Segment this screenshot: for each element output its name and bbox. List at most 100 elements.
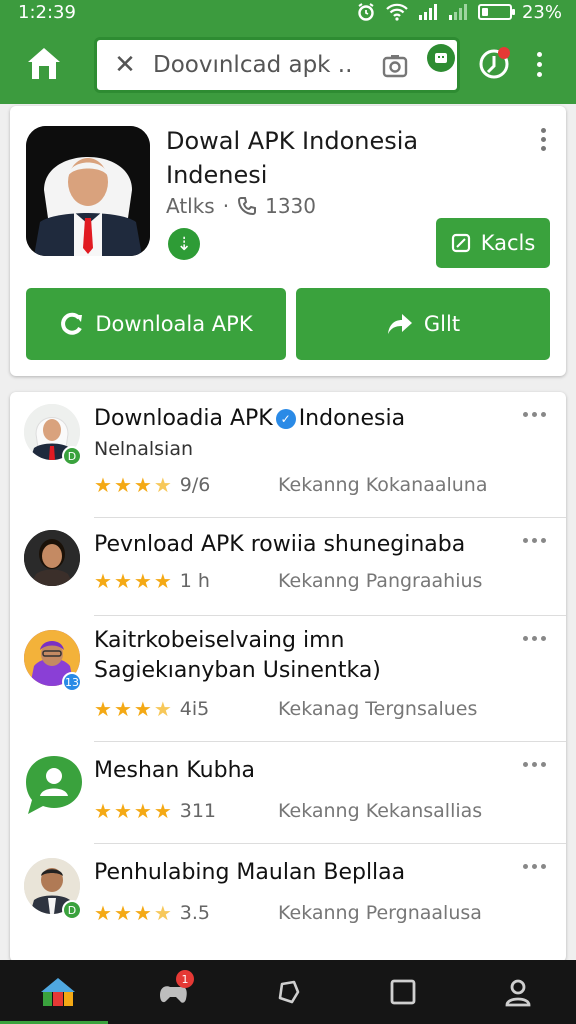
item-more-icon[interactable] xyxy=(523,538,546,543)
kacls-label: Kacls xyxy=(480,231,536,255)
item-title-part-b: Indonesia xyxy=(298,406,406,431)
kacls-button[interactable]: Kacls xyxy=(436,218,550,268)
item-more-icon[interactable] xyxy=(523,864,546,869)
more-icon[interactable] xyxy=(524,46,554,82)
home-icon xyxy=(40,978,75,1006)
results-list: D Downloadia APK ✓ Indonesia Nelnalsian ★ ★… xyxy=(10,392,566,962)
star-half-icon: ★ xyxy=(153,473,172,497)
item-title-part-a: Downloadia APK xyxy=(94,406,273,431)
app-meta-author: Atlks xyxy=(166,194,215,218)
star-icon: ★ xyxy=(133,473,152,497)
item-detail: Kekanng Kekansallias xyxy=(278,800,483,822)
nav-games[interactable] xyxy=(115,960,230,1024)
star-icon: ★ xyxy=(113,569,132,593)
download-apk-button[interactable]: Downloala APK xyxy=(26,288,286,360)
refresh-icon xyxy=(278,980,300,1004)
download-apk-label: Downloala APK xyxy=(95,312,253,336)
list-item[interactable]: D Penhulabing Maulan Bepllaa ★ ★ ★ ★ 3.5 Ke… xyxy=(10,844,566,944)
edit-icon xyxy=(451,233,470,253)
avatar-badge: D xyxy=(62,446,82,466)
avatar-badge: 13 xyxy=(62,672,82,692)
star-icon: ★ xyxy=(153,569,172,593)
list-item[interactable]: D Downloadia APK ✓ Indonesia Nelnalsian ★ ★… xyxy=(10,392,566,518)
notification-badge: 1 xyxy=(176,970,194,988)
star-icon: ★ xyxy=(94,569,112,593)
item-detail: Kekanng Pangraahius xyxy=(278,570,483,592)
badge-icon[interactable] xyxy=(427,44,455,72)
app-header-card: Dowal APK Indonesia Indenesi Atlks · 133… xyxy=(10,106,566,376)
bottom-nav: 1 xyxy=(0,960,576,1024)
star-icon: ★ xyxy=(133,799,152,823)
update-icon xyxy=(479,47,510,79)
avatar xyxy=(24,530,80,586)
battery-percent: 23% xyxy=(521,1,562,23)
update-button[interactable] xyxy=(474,44,514,84)
rating-stars: ★ ★ ★ ★ 311 xyxy=(94,800,216,822)
avatar-badge-text: 13 xyxy=(65,675,79,689)
nav-home[interactable] xyxy=(0,960,115,1024)
star-half-icon: ★ xyxy=(153,697,172,721)
signal-icon xyxy=(418,4,437,20)
item-title: Kaitrkobeiselvaing imn Sagiekıanyban Usi… xyxy=(94,628,381,683)
search-input[interactable] xyxy=(153,52,353,78)
star-icon: ★ xyxy=(113,901,132,925)
status-icons: 23% xyxy=(356,2,562,23)
list-item[interactable]: 13 Kaitrkobeiselvaing imn Sagiekıanyban … xyxy=(10,616,566,742)
avatar-badge-text: D xyxy=(67,903,77,917)
battery-level xyxy=(481,8,488,16)
star-half-icon: ★ xyxy=(153,901,172,925)
verified-icon: ✓ xyxy=(275,409,296,429)
share-button[interactable]: Gllt xyxy=(296,288,550,360)
star-icon: ★ xyxy=(153,799,172,823)
refresh-icon xyxy=(61,312,83,335)
battery-icon xyxy=(477,4,515,20)
avatar-badge: D xyxy=(62,900,82,920)
item-more-icon[interactable] xyxy=(523,412,546,417)
avatar-badge-text: D xyxy=(67,449,77,463)
list-item[interactable]: Meshan Kubha ★ ★ ★ ★ 311 Kekanng Kekansalli… xyxy=(10,742,566,844)
alarm-icon xyxy=(358,3,374,21)
home-button[interactable] xyxy=(22,42,66,86)
nav-apps[interactable] xyxy=(346,960,461,1024)
app-meta: Atlks · 1330 xyxy=(166,194,316,218)
star-icon: ★ xyxy=(133,901,152,925)
star-icon: ★ xyxy=(94,697,112,721)
nav-updates[interactable] xyxy=(230,960,345,1024)
app-bar: ✕ xyxy=(0,24,576,104)
rating-stars: ★ ★ ★ ★ 4i5 xyxy=(94,698,209,720)
item-detail: Kekanng Kokanaaluna xyxy=(278,474,488,496)
rating-stars: ★ ★ ★ ★ 3.5 xyxy=(94,902,210,924)
phone-icon xyxy=(238,197,257,216)
star-icon: ★ xyxy=(133,569,152,593)
app-icon-portrait xyxy=(26,126,150,256)
home-icon xyxy=(28,48,60,79)
star-icon: ★ xyxy=(94,799,112,823)
app-icon xyxy=(26,126,150,256)
item-more-icon[interactable] xyxy=(523,762,546,767)
download-icon[interactable]: ⇣ xyxy=(168,228,200,260)
rating-value: 1 h xyxy=(179,570,210,592)
star-icon: ★ xyxy=(94,473,112,497)
star-icon: ★ xyxy=(133,697,152,721)
share-label: Gllt xyxy=(423,312,461,336)
card-more-icon[interactable] xyxy=(541,128,546,151)
camera-icon[interactable] xyxy=(381,52,409,80)
chat-icon xyxy=(24,754,82,814)
clear-icon[interactable]: ✕ xyxy=(97,50,153,80)
star-icon: ★ xyxy=(113,799,132,823)
rating-value: 4i5 xyxy=(179,698,210,720)
status-time: 1:2:39 xyxy=(18,1,76,23)
list-item[interactable]: Pevnload APK rowiia shuneginaba ★ ★ ★ ★ 1 h… xyxy=(10,518,566,616)
item-title: Meshan Kubha xyxy=(94,758,256,783)
rating-value: 9/6 xyxy=(179,474,211,496)
app-title: Dowal APK Indonesia Indenesi xyxy=(166,127,419,189)
status-bar: 1:2:39 23% xyxy=(0,0,576,24)
star-icon: ★ xyxy=(94,901,112,925)
item-more-icon[interactable] xyxy=(523,636,546,641)
rating-stars: ★ ★ ★ ★ 9/6 xyxy=(94,474,210,496)
rating-stars: ★ ★ ★ ★ 1 h xyxy=(94,570,210,592)
app-meta-count: 1330 xyxy=(265,194,316,218)
search-bar[interactable]: ✕ xyxy=(94,37,460,93)
share-icon xyxy=(387,314,412,334)
nav-profile[interactable] xyxy=(461,960,576,1024)
